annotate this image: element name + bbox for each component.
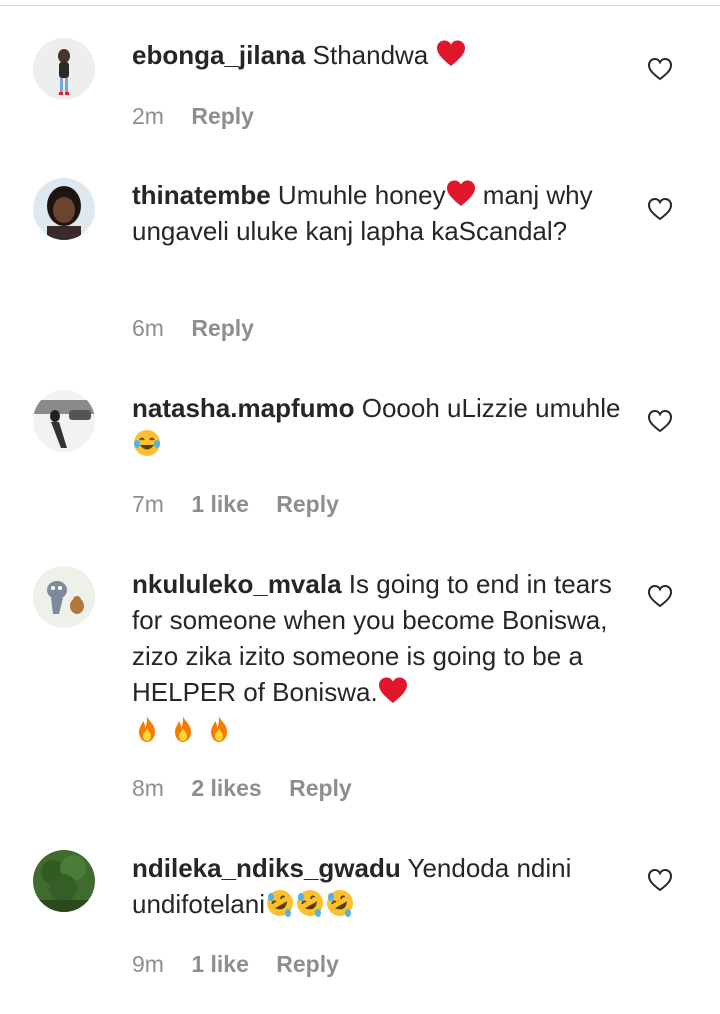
likes-count[interactable]: 1 like [191, 951, 249, 978]
red-heart-emoji [436, 39, 466, 69]
comment-time: 8m [132, 775, 164, 801]
fire-emoji [204, 714, 234, 744]
like-heart-icon[interactable] [646, 582, 674, 610]
comment-text: natasha.mapfumo Ooooh uLizzie umuhle [132, 390, 622, 462]
face-with-tears-of-joy-emoji [132, 428, 162, 458]
comment-meta: 8m 2 likes Reply [132, 775, 373, 802]
avatar[interactable] [33, 850, 95, 912]
fire-emoji-row [132, 712, 622, 748]
reply-button[interactable]: Reply [276, 491, 339, 518]
comment-body: Ooooh uLizzie umuhle [361, 393, 621, 423]
like-heart-icon[interactable] [646, 195, 674, 223]
comment-meta: 2m Reply [132, 103, 275, 130]
comment-meta: 6m Reply [132, 315, 275, 342]
rolling-on-floor-laughing-emoji [295, 888, 325, 918]
comment-time: 6m [132, 315, 164, 341]
comment-body: Umuhle honey [277, 180, 446, 210]
comment-time: 2m [132, 103, 164, 129]
comment-text: thinatembe Umuhle honey manj why ungavel… [132, 177, 622, 249]
fire-emoji [132, 714, 162, 744]
reply-button[interactable]: Reply [289, 775, 352, 802]
comment-time: 7m [132, 491, 164, 517]
comment-username[interactable]: natasha.mapfumo [132, 393, 355, 423]
avatar[interactable] [33, 566, 95, 628]
reply-button[interactable]: Reply [191, 315, 254, 342]
top-divider [0, 0, 720, 6]
comment-meta: 9m 1 like Reply [132, 951, 360, 978]
comment-meta: 7m 1 like Reply [132, 491, 360, 518]
comment-text: ebonga_jilana Sthandwa [132, 37, 622, 73]
comment-text: nkululeko_mvala Is going to end in tears… [132, 566, 622, 748]
comment-username[interactable]: ndileka_ndiks_gwadu [132, 853, 401, 883]
red-heart-emoji [378, 676, 408, 706]
comment-username[interactable]: ebonga_jilana [132, 40, 305, 70]
like-heart-icon[interactable] [646, 55, 674, 83]
comment-username[interactable]: thinatembe [132, 180, 271, 210]
reply-button[interactable]: Reply [191, 103, 254, 130]
reply-button[interactable]: Reply [276, 951, 339, 978]
likes-count[interactable]: 2 likes [191, 775, 261, 802]
comment-time: 9m [132, 951, 164, 977]
avatar[interactable] [33, 178, 95, 240]
avatar[interactable] [33, 38, 95, 100]
comment-text: ndileka_ndiks_gwadu Yendoda ndini undifo… [132, 850, 622, 922]
avatar[interactable] [33, 390, 95, 452]
likes-count[interactable]: 1 like [191, 491, 249, 518]
comment-body: Sthandwa [312, 40, 429, 70]
like-heart-icon[interactable] [646, 866, 674, 894]
rolling-on-floor-laughing-emoji [325, 888, 355, 918]
like-heart-icon[interactable] [646, 407, 674, 435]
fire-emoji [168, 714, 198, 744]
rolling-on-floor-laughing-emoji [265, 888, 295, 918]
red-heart-emoji [446, 179, 476, 209]
comment-username[interactable]: nkululeko_mvala [132, 569, 342, 599]
